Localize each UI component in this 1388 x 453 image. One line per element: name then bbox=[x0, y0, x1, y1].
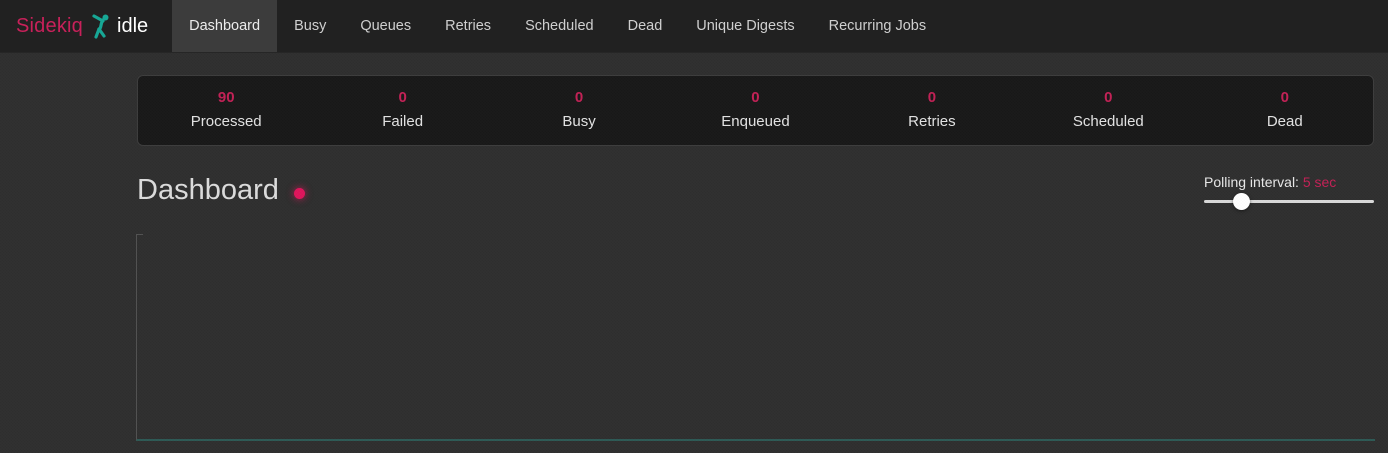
stat-retries-value: 0 bbox=[844, 89, 1020, 106]
status-text: idle bbox=[117, 15, 158, 38]
nav-tab-queues[interactable]: Queues bbox=[343, 0, 428, 52]
nav-tab-busy[interactable]: Busy bbox=[277, 0, 343, 52]
stat-busy[interactable]: 0 Busy bbox=[491, 89, 667, 130]
stat-retries[interactable]: 0 Retries bbox=[844, 89, 1020, 130]
stat-failed-label: Failed bbox=[314, 113, 490, 130]
sidekiq-dancer-icon bbox=[90, 12, 110, 40]
stat-failed-value: 0 bbox=[314, 89, 490, 106]
nav-tabs: Dashboard Busy Queues Retries Scheduled … bbox=[172, 0, 943, 52]
nav-tab-unique-digests[interactable]: Unique Digests bbox=[679, 0, 811, 52]
brand-name: Sidekiq bbox=[16, 15, 83, 38]
page-title-text: Dashboard bbox=[137, 174, 279, 207]
realtime-chart-area bbox=[136, 234, 1375, 441]
stat-scheduled-label: Scheduled bbox=[1020, 113, 1196, 130]
stat-processed-value: 90 bbox=[138, 89, 314, 106]
stat-busy-value: 0 bbox=[491, 89, 667, 106]
nav-tab-scheduled[interactable]: Scheduled bbox=[508, 0, 611, 52]
navbar: Sidekiq idle Dashboard Busy Queues Retri… bbox=[0, 0, 1388, 53]
stat-dead-value: 0 bbox=[1197, 89, 1373, 106]
dashboard-header-row: Dashboard Polling interval: 5 sec bbox=[137, 174, 1374, 207]
stat-busy-label: Busy bbox=[491, 113, 667, 130]
stats-summary-bar: 90 Processed 0 Failed 0 Busy 0 Enqueued … bbox=[137, 75, 1374, 146]
stat-enqueued-value: 0 bbox=[667, 89, 843, 106]
stat-processed-label: Processed bbox=[138, 113, 314, 130]
live-beacon-icon bbox=[294, 188, 305, 199]
stat-retries-label: Retries bbox=[844, 113, 1020, 130]
polling-interval-slider[interactable] bbox=[1204, 200, 1374, 203]
stat-enqueued[interactable]: 0 Enqueued bbox=[667, 89, 843, 130]
nav-tab-dead[interactable]: Dead bbox=[611, 0, 680, 52]
stat-scheduled[interactable]: 0 Scheduled bbox=[1020, 89, 1196, 130]
stat-dead-label: Dead bbox=[1197, 113, 1373, 130]
page-title: Dashboard bbox=[137, 174, 305, 207]
nav-tab-recurring-jobs[interactable]: Recurring Jobs bbox=[812, 0, 944, 52]
stat-processed[interactable]: 90 Processed bbox=[138, 89, 314, 130]
polling-interval-value: 5 sec bbox=[1303, 174, 1336, 190]
stat-enqueued-label: Enqueued bbox=[667, 113, 843, 130]
stat-dead[interactable]: 0 Dead bbox=[1197, 89, 1373, 130]
sidekiq-brand[interactable]: Sidekiq idle bbox=[0, 0, 170, 52]
stat-scheduled-value: 0 bbox=[1020, 89, 1196, 106]
polling-control: Polling interval: 5 sec bbox=[1204, 174, 1374, 203]
polling-interval-label: Polling interval: 5 sec bbox=[1204, 174, 1374, 190]
y-axis-tick bbox=[137, 234, 143, 235]
stat-failed[interactable]: 0 Failed bbox=[314, 89, 490, 130]
nav-tab-dashboard[interactable]: Dashboard bbox=[172, 0, 277, 52]
nav-tab-retries[interactable]: Retries bbox=[428, 0, 508, 52]
